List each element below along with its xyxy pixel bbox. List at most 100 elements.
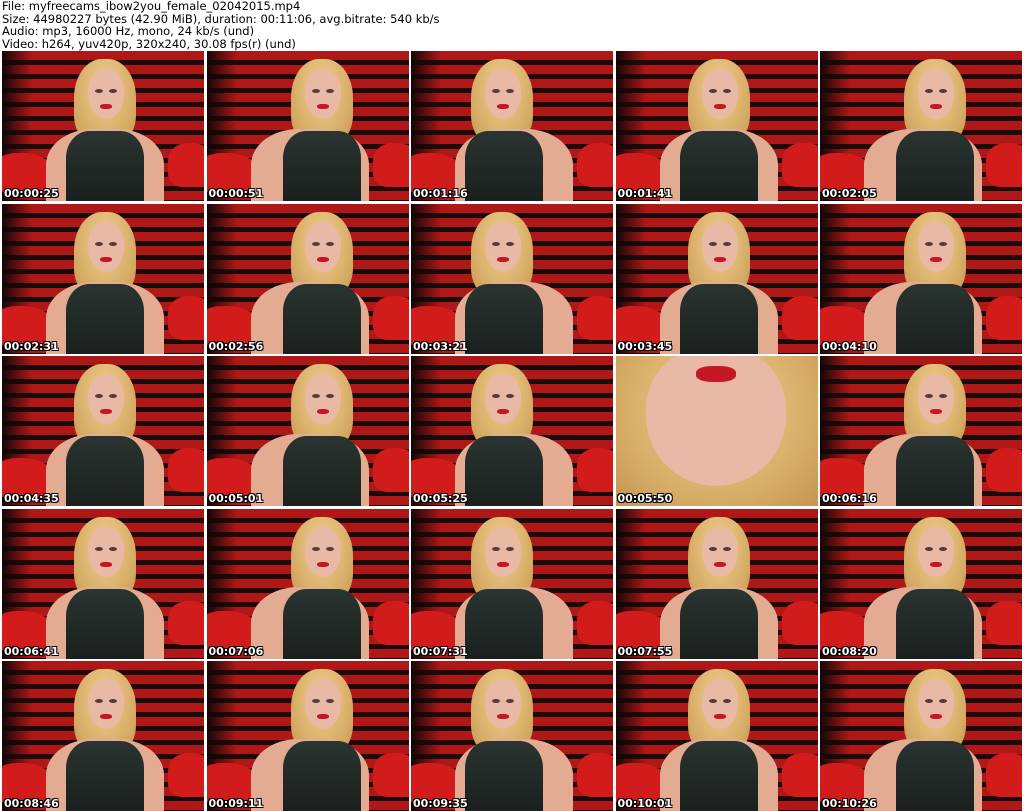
video-thumbnail: 00:06:41 (2, 508, 204, 659)
eye (325, 699, 334, 703)
lips (100, 561, 112, 567)
lips (713, 104, 726, 109)
eye (506, 89, 514, 93)
eye (722, 89, 731, 93)
leather-top (896, 131, 974, 201)
lips (316, 256, 329, 262)
red-cushion (781, 143, 818, 187)
lips (100, 256, 112, 262)
timestamp-label: 00:07:06 (208, 644, 264, 658)
leather-top (66, 436, 144, 506)
leather-top (282, 588, 361, 659)
person-face (485, 221, 521, 272)
red-cushion (168, 600, 204, 645)
eye (722, 546, 731, 551)
lips (713, 256, 726, 262)
video-thumbnail: 00:06:16 (820, 356, 1022, 506)
video-thumbnail: 00:07:31 (411, 508, 613, 659)
eye (722, 241, 731, 246)
person-face (88, 221, 124, 272)
eye (925, 546, 933, 551)
person-face (88, 374, 124, 424)
red-cushion (372, 753, 409, 797)
video-thumbnail: 00:09:11 (206, 661, 409, 811)
person-face (304, 374, 341, 424)
leather-top (66, 588, 144, 659)
timestamp-label: 00:07:31 (413, 644, 468, 658)
video-thumbnail: 00:07:55 (615, 508, 818, 659)
leather-top (66, 283, 144, 354)
eye (939, 394, 947, 398)
video-thumbnail: 00:00:51 (206, 51, 409, 201)
eye (506, 394, 514, 398)
eye (311, 394, 320, 398)
person-face (701, 69, 738, 119)
person-face (918, 374, 954, 424)
red-cushion (372, 600, 409, 645)
file-name-line: File: myfreecams_ibow2you_female_0204201… (2, 0, 301, 13)
lips (930, 409, 942, 414)
eye (492, 89, 500, 93)
lips (930, 256, 942, 262)
timestamp-label: 00:03:21 (413, 339, 468, 353)
eye (506, 241, 514, 246)
eye (939, 89, 947, 93)
leather-top (679, 131, 758, 201)
eye (708, 89, 717, 93)
video-thumbnail: 00:01:41 (615, 51, 818, 201)
video-thumbnail: 00:03:21 (411, 203, 613, 354)
red-cushion (781, 295, 818, 340)
red-cushion (577, 143, 613, 187)
person-face (918, 69, 954, 119)
timestamp-label: 00:08:20 (822, 644, 877, 658)
red-cushion (372, 295, 409, 340)
person-face (88, 526, 124, 577)
leather-top (282, 741, 361, 811)
leather-top (896, 741, 974, 811)
eye (939, 241, 947, 246)
video-thumbnail: 00:09:35 (411, 661, 613, 811)
leather-top (465, 436, 543, 506)
timestamp-label: 00:04:35 (4, 492, 59, 505)
person-face (701, 526, 738, 577)
lips (713, 714, 726, 719)
person-face (88, 679, 124, 729)
red-cushion (986, 143, 1022, 187)
video-info-line: Video: h264, yuv420p, 320x240, 30.08 fps… (2, 36, 296, 51)
timestamp-label: 00:08:46 (4, 797, 59, 810)
eye (95, 241, 103, 246)
video-thumbnail: 00:04:35 (2, 356, 204, 506)
person-face (918, 221, 954, 272)
lips (497, 104, 509, 109)
eye (722, 699, 731, 703)
eye (925, 89, 933, 93)
eye (492, 241, 500, 246)
red-cushion (168, 143, 204, 187)
eye (506, 699, 514, 703)
timestamp-label: 00:10:26 (822, 797, 877, 810)
audio-info-line: Audio: mp3, 16000 Hz, mono, 24 kb/s (und… (2, 24, 255, 38)
leather-top (896, 283, 974, 354)
leather-top (465, 283, 543, 354)
person-face (304, 69, 341, 119)
video-thumbnail: 00:05:50 (615, 356, 818, 506)
lips (930, 561, 942, 567)
file-info-header: File: myfreecams_ibow2you_female_0204201… (2, 0, 440, 50)
lips (497, 714, 509, 719)
video-thumbnail: 00:05:01 (206, 356, 409, 506)
lips (497, 256, 509, 262)
red-cushion (577, 600, 613, 645)
red-cushion (168, 295, 204, 340)
person-face (701, 679, 738, 729)
eye (95, 699, 103, 703)
red-cushion (986, 448, 1022, 492)
eye (109, 241, 117, 246)
leather-top (465, 588, 543, 659)
leather-top (465, 131, 543, 201)
lips (100, 714, 112, 719)
eye (325, 546, 334, 551)
eye (109, 699, 117, 703)
eye (109, 546, 117, 551)
video-thumbnail: 00:02:05 (820, 51, 1022, 201)
video-thumbnail: 00:02:56 (206, 203, 409, 354)
